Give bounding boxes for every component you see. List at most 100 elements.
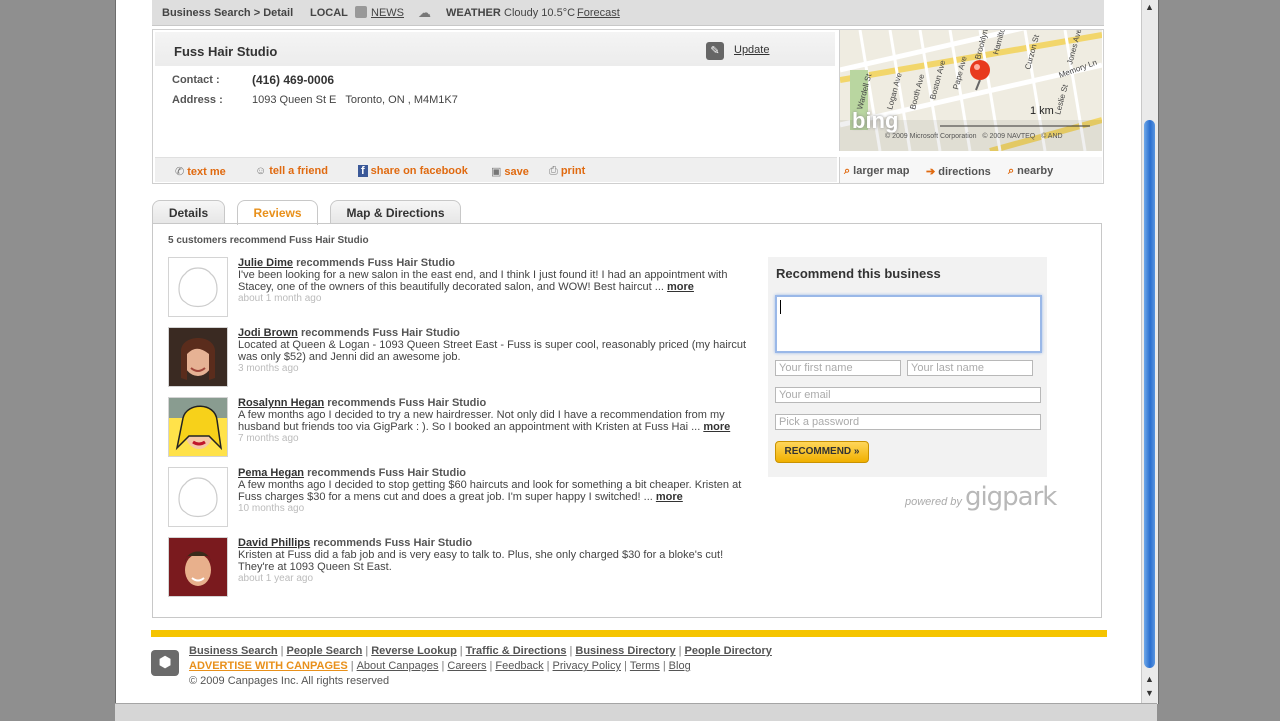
scroll-thumb[interactable] (1144, 120, 1155, 668)
footer-link-people-directory[interactable]: People Directory (685, 645, 772, 657)
footer-link-about[interactable]: About Canpages (357, 660, 439, 672)
update-icon[interactable]: ✎ (706, 42, 724, 60)
canpages-logo-icon[interactable]: ⬢ (151, 650, 179, 676)
reviewer-name-link[interactable]: Jodi Brown (238, 327, 298, 339)
footer-link-privacy[interactable]: Privacy Policy (553, 660, 621, 672)
reviewer-name-link[interactable]: David Phillips (238, 537, 310, 549)
phone-icon: ✆ (175, 166, 185, 178)
review-text: A few months ago I decided to try a new … (238, 409, 748, 445)
directions-link[interactable]: ➔ directions (926, 165, 991, 178)
scroll-down-arrow[interactable]: ▼ (1145, 688, 1154, 698)
business-name: Fuss Hair Studio (174, 44, 278, 59)
share-on-facebook-label: share on facebook (370, 165, 468, 177)
print-label: print (560, 165, 586, 177)
action-bar: ✆ text me ☺ tell a friend f share on facebo… (155, 157, 837, 182)
tab-map-directions[interactable]: Map & Directions (330, 200, 461, 224)
review-time: 3 months ago (238, 363, 299, 374)
print-button[interactable]: ⎙ print (549, 165, 585, 178)
phone-number: (416) 469-0006 (252, 73, 335, 87)
more-link[interactable]: more (667, 281, 694, 293)
review-action: recommends Fuss Hair Studio (297, 327, 460, 339)
nearby-label: nearby (1017, 165, 1054, 177)
footer-link-blog[interactable]: Blog (669, 660, 691, 672)
password-input[interactable]: Pick a password (775, 414, 1041, 430)
people-icon: ☺ (255, 165, 267, 177)
address: 1093 Queen St E Toronto, ON , M4M1K7 (252, 94, 458, 106)
avatar-placeholder (168, 257, 228, 317)
first-name-input[interactable]: Your first name (775, 360, 901, 376)
footer-link-business-directory[interactable]: Business Directory (575, 645, 675, 657)
gigpark-logo[interactable]: gigpark (965, 482, 1057, 512)
reviewer-name-link[interactable]: Rosalynn Hegan (238, 397, 324, 409)
bing-logo: bing (852, 108, 899, 133)
nearby-link[interactable]: ⌕ nearby (1008, 165, 1053, 178)
review-action: recommends Fuss Hair Studio (310, 537, 473, 549)
footer-copyright: © 2009 Canpages Inc. All rights reserved (189, 675, 390, 687)
avatar-placeholder (168, 467, 228, 527)
recommend-button[interactable]: RECOMMEND » (775, 441, 869, 463)
footer-links-primary: Business Search | People Search | Reverse Lo… (189, 645, 772, 657)
update-link[interactable]: Update (734, 44, 769, 56)
footer-link-traffic-directions[interactable]: Traffic & Directions (466, 645, 567, 657)
tab-details[interactable]: Details (152, 200, 225, 224)
recommend-title: Recommend this business (776, 266, 941, 281)
footer-link-business-search[interactable]: Business Search (189, 645, 278, 657)
footer-links-secondary: ADVERTISE WITH CANPAGES | About Canpages | C… (189, 660, 691, 672)
recommend-form: Recommend this business Your first name … (768, 257, 1047, 477)
powered-by-label: powered by (905, 496, 962, 508)
avatar-popart (168, 397, 228, 457)
more-link[interactable]: more (703, 421, 730, 433)
news-link[interactable]: NEWS (371, 7, 404, 19)
review-time: about 1 month ago (238, 293, 322, 304)
footer-link-people-search[interactable]: People Search (287, 645, 363, 657)
tell-a-friend-button[interactable]: ☺ tell a friend (255, 165, 328, 177)
last-name-input[interactable]: Your last name (907, 360, 1033, 376)
breadcrumb[interactable]: Business Search > Detail (162, 7, 293, 19)
review-header: Julie Dime recommends Fuss Hair Studio (238, 257, 455, 269)
review-item: Rosalynn Hegan recommends Fuss Hair Stud… (168, 397, 748, 457)
footer-link-terms[interactable]: Terms (630, 660, 660, 672)
review-time: 10 months ago (238, 503, 305, 514)
review-body: I've been looking for a new salon in the… (238, 269, 728, 293)
review-time: 7 months ago (238, 433, 299, 444)
footer-link-feedback[interactable]: Feedback (495, 660, 543, 672)
tell-a-friend-label: tell a friend (269, 165, 328, 177)
review-item: David Phillips recommends Fuss Hair Stud… (168, 537, 748, 597)
scroll-up-arrow[interactable]: ▲ (1145, 2, 1154, 12)
more-link[interactable]: more (656, 491, 683, 503)
review-text: Kristen at Fuss did a fab job and is ver… (238, 549, 748, 585)
avatar-photo (168, 327, 228, 387)
reviewer-name-link[interactable]: Pema Hegan (238, 467, 304, 479)
text-cursor (780, 300, 781, 314)
browser-window: Business Search > Detail LOCAL NEWS ☁ WE… (115, 0, 1159, 704)
share-on-facebook-button[interactable]: f share on facebook (358, 165, 468, 177)
reviewer-name-link[interactable]: Julie Dime (238, 257, 293, 269)
local-label: LOCAL (310, 7, 348, 19)
printer-icon: ⎙ (549, 165, 558, 177)
save-icon: ▣ (491, 166, 502, 178)
review-action: recommends Fuss Hair Studio (304, 467, 467, 479)
rss-icon (355, 6, 367, 18)
vertical-scrollbar[interactable]: ▲ ▲ ▼ (1141, 0, 1158, 704)
forecast-link[interactable]: Forecast (577, 7, 620, 19)
review-header: Rosalynn Hegan recommends Fuss Hair Stud… (238, 397, 486, 409)
review-item: Pema Hegan recommends Fuss Hair Studio A… (168, 467, 748, 527)
footer-link-reverse-lookup[interactable]: Reverse Lookup (371, 645, 457, 657)
cloud-icon: ☁ (418, 5, 431, 20)
advertise-link[interactable]: ADVERTISE WITH CANPAGES (189, 660, 348, 672)
review-text: Located at Queen & Logan - 1093 Queen St… (238, 339, 748, 375)
scroll-up-arrow[interactable]: ▲ (1145, 674, 1154, 684)
map-scale: 1 km (1030, 105, 1054, 117)
larger-map-link[interactable]: ⌕ larger map (844, 165, 909, 178)
recommendation-textarea[interactable] (775, 295, 1042, 353)
review-item: Jodi Brown recommends Fuss Hair Studio L… (168, 327, 748, 387)
text-me-button[interactable]: ✆ text me (175, 165, 226, 178)
save-label: save (504, 166, 529, 178)
footer-link-careers[interactable]: Careers (447, 660, 486, 672)
tab-reviews[interactable]: Reviews (237, 200, 318, 225)
review-header: Pema Hegan recommends Fuss Hair Studio (238, 467, 466, 479)
map-thumbnail[interactable]: Wardell St Logan Ave Booth Ave Boston Ave Pa… (839, 30, 1102, 151)
footer-divider (151, 630, 1107, 637)
email-input[interactable]: Your email (775, 387, 1041, 403)
save-button[interactable]: ▣ save (491, 165, 529, 178)
